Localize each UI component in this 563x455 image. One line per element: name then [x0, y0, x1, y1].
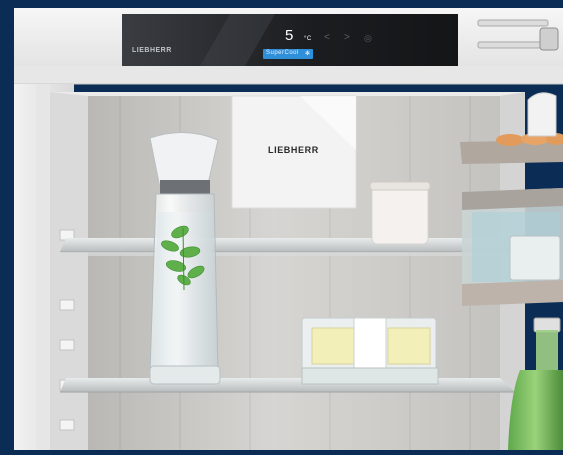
- panel-brand-logo: LIEBHERR: [132, 47, 172, 54]
- temperature-display: 5: [285, 27, 294, 44]
- chevron-right-icon[interactable]: >: [344, 32, 350, 43]
- snowflake-icon: ✻: [305, 51, 311, 57]
- top-trim: [14, 66, 563, 84]
- supercool-label: SuperCool: [266, 50, 299, 56]
- upper-shelf: [60, 238, 515, 252]
- water-carafe: [149, 131, 221, 385]
- food-container: [371, 185, 429, 245]
- chevron-left-icon[interactable]: <: [324, 32, 330, 43]
- door-hinge: [539, 27, 559, 51]
- lower-shelf: [60, 378, 515, 392]
- circle-icon[interactable]: ◎: [364, 33, 372, 44]
- info-card-brand: LIEBHERR: [268, 145, 319, 155]
- fridge-illustration: [0, 0, 563, 450]
- fridge-scene: LIEBHERR 5 °C < > ◎ SuperCool ✻ LIEBHERR: [0, 0, 563, 450]
- temperature-unit: °C: [304, 36, 312, 42]
